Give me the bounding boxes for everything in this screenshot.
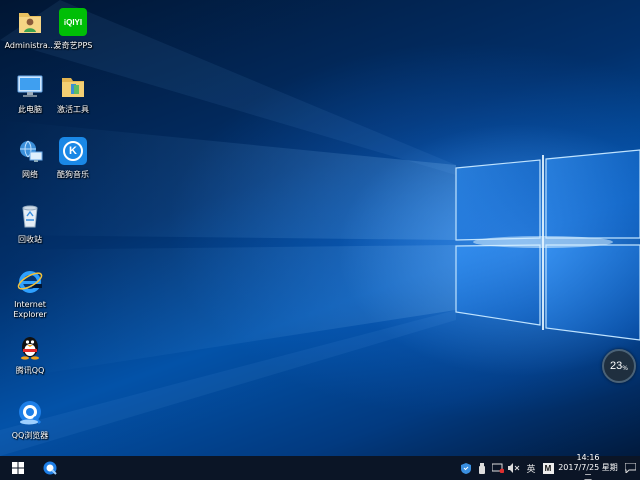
memory-usage-unit: % xyxy=(622,364,628,372)
kugou-logo-text: K xyxy=(69,145,77,157)
memory-usage-value: 23 xyxy=(610,360,623,372)
iqiyi-icon: iQIYI xyxy=(57,6,89,38)
qq-penguin-icon xyxy=(14,331,46,363)
qq-browser-icon xyxy=(43,461,57,475)
security-shield-icon[interactable] xyxy=(458,456,474,480)
taskbar-clock[interactable]: 14:16 2017/7/25 星期二 xyxy=(556,453,620,480)
folder-icon xyxy=(57,70,89,102)
memory-usage-widget[interactable]: 23 % xyxy=(602,349,636,383)
desktop-icon-recycle-bin[interactable]: 回收站 xyxy=(0,196,60,256)
input-method-indicator[interactable]: 英 xyxy=(522,456,540,480)
taskbar: 英 M 14:16 2017/7/25 星期二 xyxy=(0,453,640,480)
usb-device-icon[interactable] xyxy=(474,456,490,480)
desktop-icon-label: Internet Explorer xyxy=(13,300,47,319)
recycle-bin-icon xyxy=(14,200,46,232)
desktop-icon-label: 回收站 xyxy=(18,235,42,244)
notification-icon xyxy=(624,463,636,473)
m-tray-badge: M xyxy=(544,463,552,473)
volume-muted-icon[interactable] xyxy=(506,456,522,480)
desktop-icon-internet-explorer[interactable]: Internet Explorer xyxy=(0,261,60,321)
desktop-icon-activator[interactable]: 激活工具 xyxy=(43,66,103,126)
desktop-icon-label: QQ浏览器 xyxy=(11,431,49,440)
action-center-button[interactable] xyxy=(620,456,640,480)
user-folder-icon xyxy=(14,6,46,38)
internet-explorer-icon xyxy=(14,265,46,297)
desktop-icon-qq[interactable]: 腾讯QQ xyxy=(0,327,60,387)
start-button[interactable] xyxy=(0,456,36,480)
desktop-icon-label: 激活工具 xyxy=(57,105,89,114)
desktop-icon-label: 爱奇艺PPS xyxy=(53,41,93,50)
desktop-icon-label: 酷狗音乐 xyxy=(57,170,89,179)
network-icon xyxy=(14,135,46,167)
desktop-icon-qq-browser[interactable]: QQ浏览器 xyxy=(0,392,60,452)
taskbar-qq-browser-button[interactable] xyxy=(36,456,64,480)
qq-browser-icon xyxy=(14,396,46,428)
desktop: Administra... 此电脑 网络 回收站 Internet Explor… xyxy=(0,0,640,456)
desktop-icon-kugou[interactable]: K 酷狗音乐 xyxy=(43,131,103,191)
iqiyi-logo-text: iQIYI xyxy=(63,17,83,27)
desktop-icon-iqiyi[interactable]: iQIYI 爱奇艺PPS xyxy=(43,2,103,62)
network-status-icon[interactable] xyxy=(490,456,506,480)
clock-date: 2017/7/25 星期二 xyxy=(558,463,618,480)
kugou-icon: K xyxy=(57,135,89,167)
computer-icon xyxy=(14,70,46,102)
system-tray: 英 M 14:16 2017/7/25 星期二 xyxy=(458,453,640,480)
desktop-icon-label: 腾讯QQ xyxy=(15,366,45,375)
clock-time: 14:16 xyxy=(576,453,600,462)
windows-logo-icon xyxy=(12,462,24,474)
m-tray-icon[interactable]: M xyxy=(540,456,556,480)
